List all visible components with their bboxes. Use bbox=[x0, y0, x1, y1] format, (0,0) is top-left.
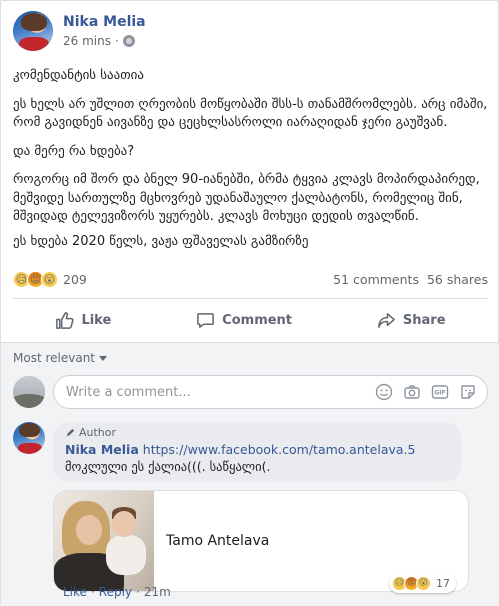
shares-count[interactable]: 56 shares bbox=[427, 272, 488, 287]
gif-icon[interactable]: GIF bbox=[431, 383, 449, 401]
comment-sort-dropdown[interactable]: Most relevant bbox=[13, 351, 108, 365]
comments-count[interactable]: 51 comments bbox=[333, 272, 419, 287]
comment-input-placeholder: Write a comment... bbox=[66, 384, 191, 400]
comment-link[interactable]: https://www.facebook.com/tamo.antelava.5 bbox=[143, 442, 416, 457]
sort-label: Most relevant bbox=[13, 351, 96, 365]
share-arrow-icon bbox=[378, 313, 395, 328]
share-button[interactable]: Share bbox=[377, 311, 446, 330]
comment-button[interactable]: Comment bbox=[196, 311, 292, 330]
speech-bubble-icon bbox=[197, 313, 215, 328]
share-label: Share bbox=[402, 313, 446, 328]
author-name[interactable]: Nika Melia bbox=[63, 14, 146, 30]
wow-reaction-icon: 😮 bbox=[416, 575, 431, 591]
post-stats: 😥 😡 😮 209 51 comments 56 shares bbox=[13, 269, 488, 289]
current-user-avatar[interactable] bbox=[13, 376, 45, 408]
comment-text: მოკლული ეს ქალია(((. საწყალი(. bbox=[65, 459, 271, 474]
comment-composer: Write a comment... GIF bbox=[13, 375, 488, 409]
sticker-icon[interactable] bbox=[459, 383, 477, 401]
comment-author-name[interactable]: Nika Melia bbox=[65, 442, 139, 457]
author-badge-label: Author bbox=[79, 426, 117, 439]
globe-icon[interactable] bbox=[122, 35, 135, 47]
link-preview-image bbox=[54, 491, 154, 591]
camera-icon[interactable] bbox=[403, 383, 421, 401]
comment-time[interactable]: 21m bbox=[144, 585, 171, 599]
post-paragraph: როგორც იმ შორ და ბნელ 90-იანებში, ბრმა ტ… bbox=[13, 172, 480, 224]
chevron-down-icon bbox=[99, 355, 108, 361]
comment-reactions[interactable]: 😥 😡 😮 17 bbox=[389, 573, 456, 593]
wow-reaction-icon: 😮 bbox=[41, 270, 58, 288]
post-body: კომენდანტის საათია ეს ხელს არ უშლით ღრეო… bbox=[13, 67, 488, 261]
comment-label: Comment bbox=[222, 313, 293, 328]
post-header: Nika Melia 26 mins · bbox=[13, 11, 146, 57]
thumbs-up-icon bbox=[56, 312, 75, 329]
post-card: Nika Melia 26 mins · კომენდანტის საათია … bbox=[0, 0, 499, 606]
reaction-count[interactable]: 209 bbox=[63, 272, 87, 287]
comment-bubble: Author Nika Melia https://www.facebook.c… bbox=[53, 422, 461, 482]
post-paragraph: კომენდანტის საათია bbox=[13, 68, 144, 83]
post-paragraph: ეს ხელს არ უშლით ღრეობის მოწყობაში შსს-ს… bbox=[13, 96, 488, 131]
pencil-icon bbox=[66, 428, 75, 437]
like-label: Like bbox=[81, 313, 112, 328]
comment-reaction-count: 17 bbox=[436, 576, 450, 590]
post-actions: Like Comment Share bbox=[13, 298, 488, 342]
comment-actions: Like · Reply · 21m bbox=[63, 585, 171, 599]
emoji-icon[interactable] bbox=[375, 383, 393, 401]
author-avatar[interactable] bbox=[13, 11, 53, 51]
author-badge: Author bbox=[65, 426, 449, 439]
comment-author-avatar[interactable] bbox=[13, 422, 45, 454]
post-paragraph: ეს ხდება 2020 წელს, ვაჟა ფშაველას გამზირ… bbox=[13, 233, 309, 249]
like-button[interactable]: Like bbox=[55, 311, 111, 330]
comment-input[interactable]: Write a comment... GIF bbox=[53, 375, 488, 409]
comment-item: Author Nika Melia https://www.facebook.c… bbox=[13, 422, 469, 592]
svg-text:GIF: GIF bbox=[434, 390, 445, 397]
post-paragraph: და მერე რა ხდება? bbox=[13, 143, 135, 159]
comment-reply-link[interactable]: Reply bbox=[99, 585, 132, 599]
comment-like-link[interactable]: Like bbox=[63, 585, 87, 599]
link-preview-title: Tamo Antelava bbox=[166, 533, 270, 549]
reaction-summary[interactable]: 😥 😡 😮 209 bbox=[13, 270, 87, 288]
post-time[interactable]: 26 mins bbox=[63, 34, 111, 48]
